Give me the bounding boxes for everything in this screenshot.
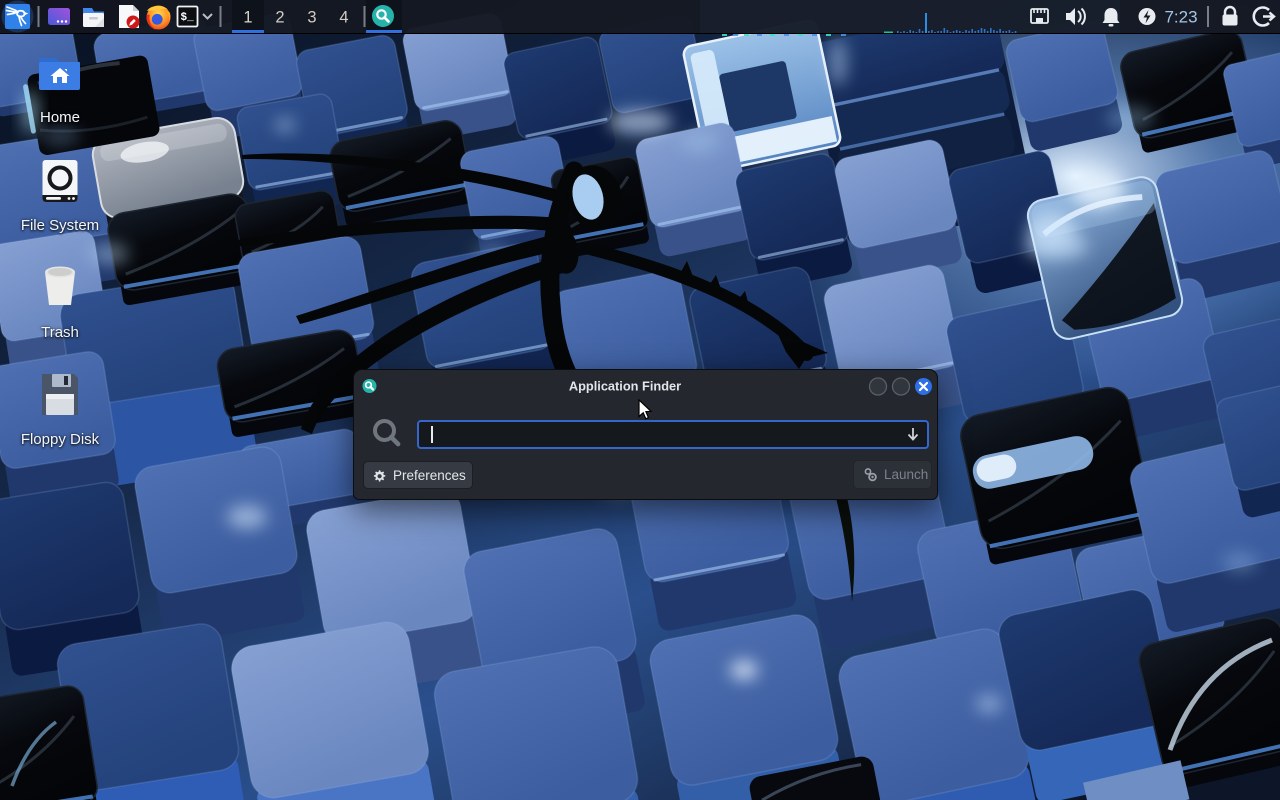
svg-text:$_: $_ xyxy=(181,12,195,24)
svg-text:Application Finder: Application Finder xyxy=(569,379,681,394)
svg-text:2: 2 xyxy=(275,9,284,27)
svg-text:7:23: 7:23 xyxy=(1164,8,1197,27)
svg-text:1: 1 xyxy=(243,9,252,27)
svg-text:4: 4 xyxy=(339,9,348,27)
svg-text:3: 3 xyxy=(307,9,316,27)
